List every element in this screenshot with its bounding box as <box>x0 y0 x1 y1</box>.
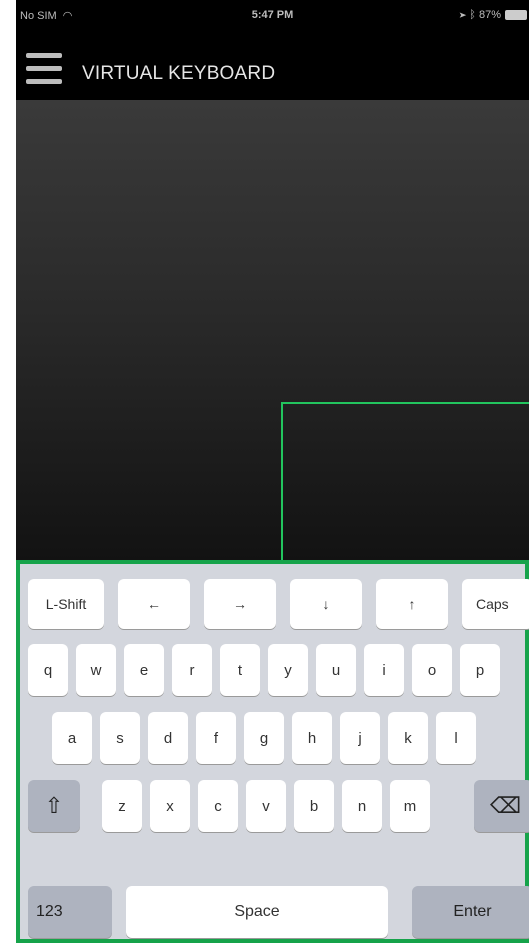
key-q[interactable]: q <box>28 644 68 696</box>
key-d[interactable]: d <box>148 712 188 764</box>
numbers-key[interactable]: 123 <box>28 886 112 938</box>
app-header: VIRTUAL KEYBOARD <box>16 34 529 100</box>
right-arrow-key[interactable]: → <box>204 579 276 629</box>
up-arrow-key[interactable]: ↑ <box>376 579 448 629</box>
key-p[interactable]: p <box>460 644 500 696</box>
backspace-key[interactable]: ⌫ <box>474 780 529 832</box>
key-s[interactable]: s <box>100 712 140 764</box>
hamburger-icon[interactable] <box>26 53 62 87</box>
key-f[interactable]: f <box>196 712 236 764</box>
key-j[interactable]: j <box>340 712 380 764</box>
key-e[interactable]: e <box>124 644 164 696</box>
backspace-icon: ⌫ <box>490 793 522 818</box>
shift-icon: ⇧ <box>44 793 64 818</box>
key-z[interactable]: z <box>102 780 142 832</box>
key-o[interactable]: o <box>412 644 452 696</box>
virtual-keyboard: L-Shift ← → ↓ ↑ Caps q w e r t y u i o p… <box>16 560 529 943</box>
key-h[interactable]: h <box>292 712 332 764</box>
space-key[interactable]: Space <box>126 886 388 938</box>
key-g[interactable]: g <box>244 712 284 764</box>
key-m[interactable]: m <box>390 780 430 832</box>
status-time: 5:47 PM <box>251 9 294 21</box>
battery-percent: 87% <box>478 9 501 21</box>
key-u[interactable]: u <box>316 644 356 696</box>
left-arrow-key[interactable]: ← <box>118 579 190 629</box>
key-x[interactable]: x <box>150 780 190 832</box>
key-k[interactable]: k <box>388 712 428 764</box>
key-y[interactable]: y <box>268 644 308 696</box>
key-l[interactable]: l <box>436 712 476 764</box>
key-w[interactable]: w <box>76 644 116 696</box>
bluetooth-icon: ᛒ <box>469 9 476 21</box>
location-icon: ➤ <box>459 9 467 21</box>
phone-screen: No SIM ◠ 5:47 PM ➤ ᛒ 87% VIRTUAL KEYBOAR… <box>16 0 529 943</box>
shift-key[interactable]: ⇧ <box>28 780 80 832</box>
key-a[interactable]: a <box>52 712 92 764</box>
key-i[interactable]: i <box>364 644 404 696</box>
page-title: VIRTUAL KEYBOARD <box>82 63 276 84</box>
touchpad-area[interactable] <box>16 100 529 604</box>
key-r[interactable]: r <box>172 644 212 696</box>
down-arrow-key[interactable]: ↓ <box>290 579 362 629</box>
caps-key[interactable]: Caps <box>462 579 529 629</box>
status-bar: No SIM ◠ 5:47 PM ➤ ᛒ 87% <box>16 0 529 34</box>
key-b[interactable]: b <box>294 780 334 832</box>
key-c[interactable]: c <box>198 780 238 832</box>
battery-icon <box>505 10 527 20</box>
key-n[interactable]: n <box>342 780 382 832</box>
enter-key[interactable]: Enter <box>412 886 529 938</box>
key-t[interactable]: t <box>220 644 260 696</box>
l-shift-key[interactable]: L-Shift <box>28 579 104 629</box>
key-v[interactable]: v <box>246 780 286 832</box>
